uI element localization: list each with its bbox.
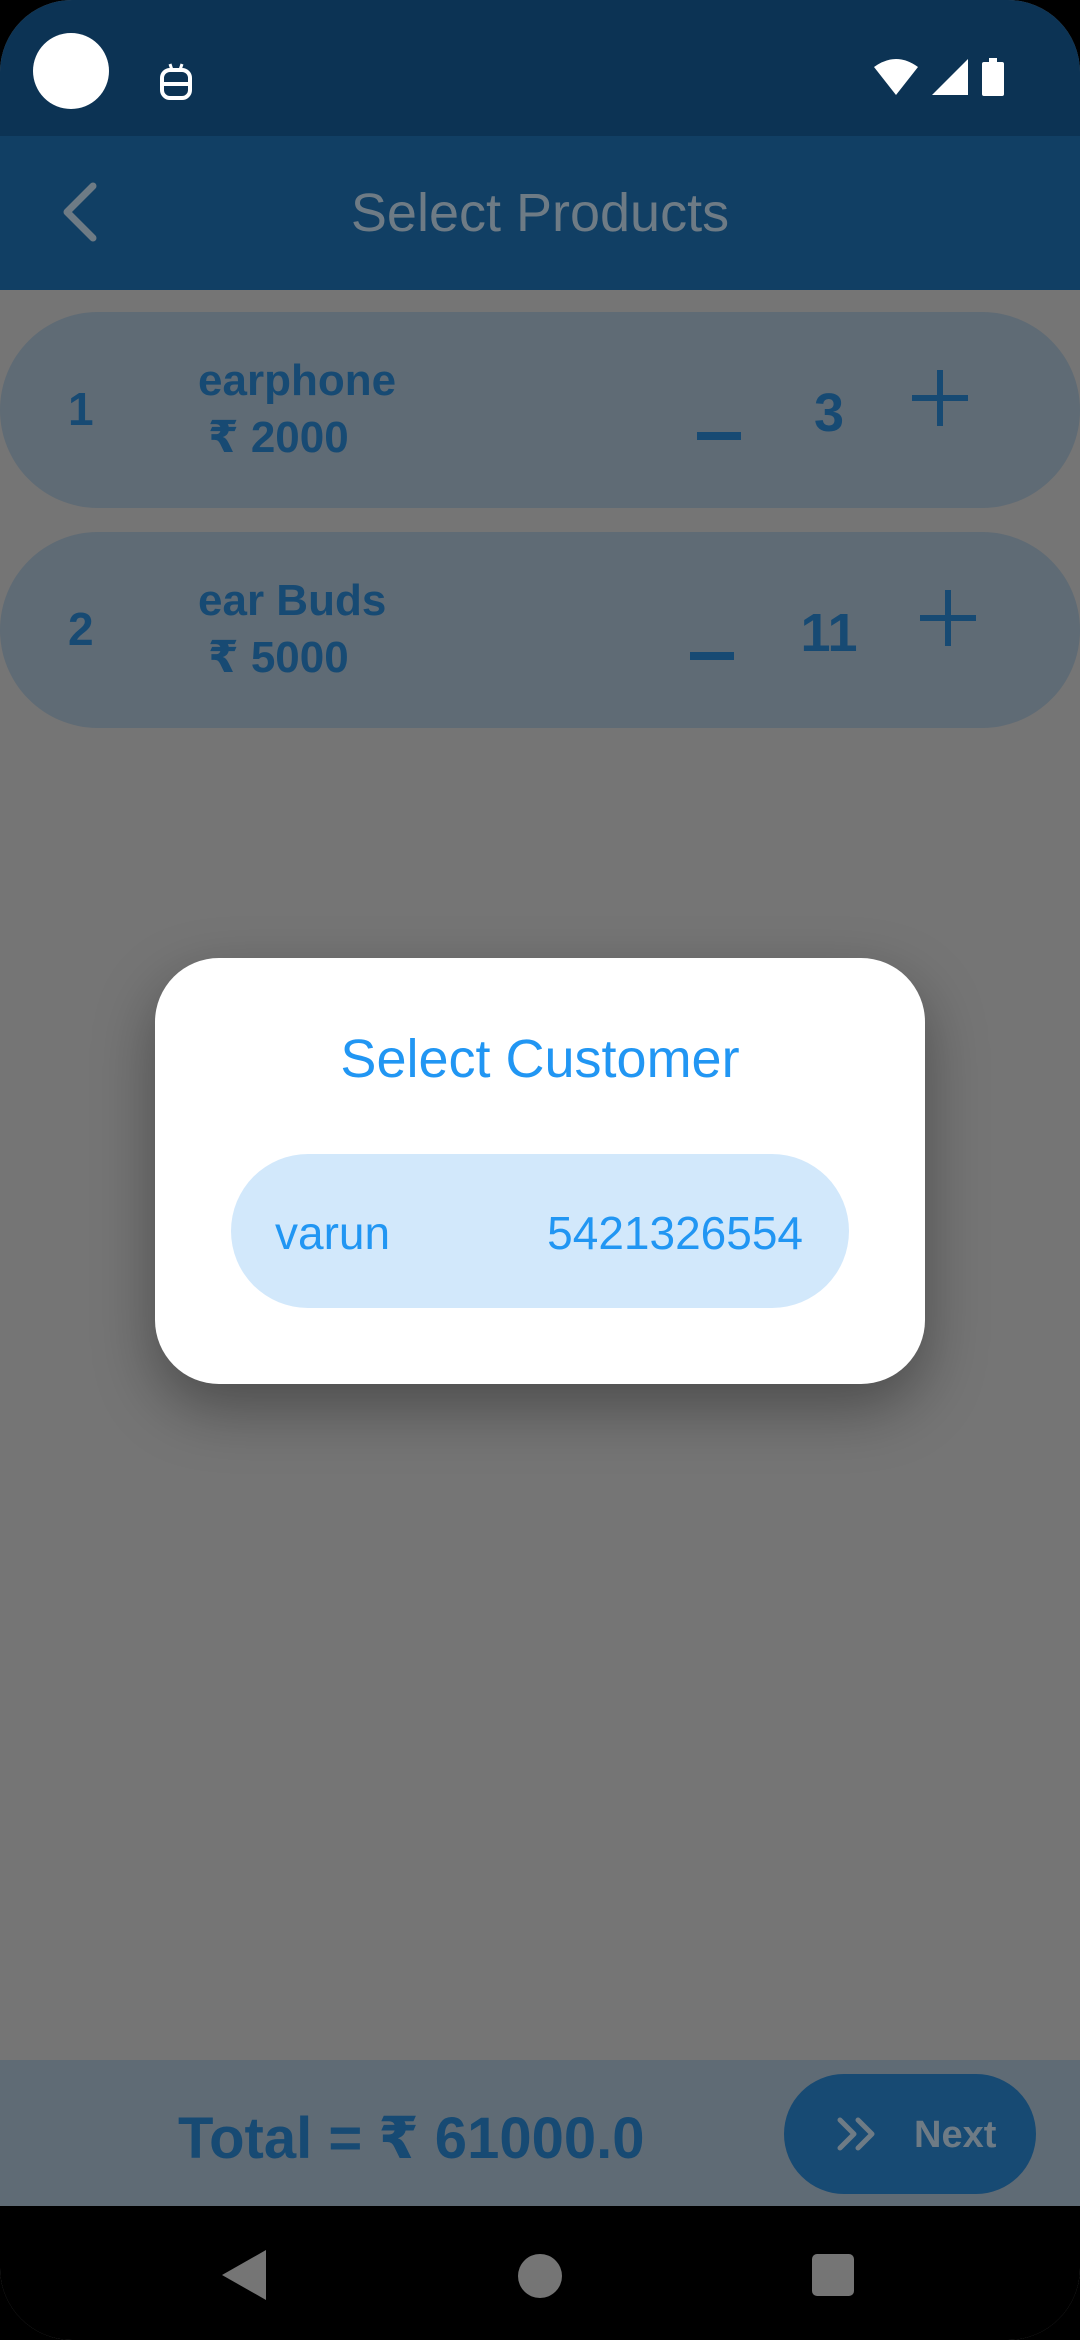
page-title: Select Products (350, 183, 730, 243)
decrease-quantity-button[interactable] (697, 432, 741, 440)
product-card[interactable]: 1 earphone ₹ 2000 3 (0, 312, 1080, 508)
nav-home-icon[interactable] (518, 2254, 562, 2298)
status-icons (874, 58, 1004, 96)
next-button-label: Next (914, 2114, 997, 2156)
product-index: 2 (68, 603, 94, 655)
app-bar: Select Products (0, 136, 1080, 290)
signal-icon (932, 59, 968, 95)
wifi-icon (874, 59, 918, 95)
customer-phone: 5421326554 (547, 1207, 803, 1259)
select-customer-dialog: Select Customer varun 5421326554 (155, 958, 925, 1384)
double-chevron-right-icon (837, 2117, 875, 2151)
product-index: 1 (68, 383, 94, 435)
product-name: earphone (198, 356, 397, 405)
status-bar: 6 (0, 0, 1080, 136)
product-quantity: 3 (813, 383, 845, 443)
increase-quantity-button[interactable] (912, 370, 968, 426)
product-price: ₹ 5000 (208, 633, 349, 682)
app-screen: 6 Select Products (0, 0, 1080, 2340)
nav-recents-icon[interactable] (812, 2254, 854, 2296)
product-card[interactable]: 2 ear Buds ₹ 5000 11 (0, 532, 1080, 728)
battery-icon (982, 58, 1004, 96)
customer-list-item[interactable]: varun 5421326554 (231, 1154, 849, 1308)
customer-name: varun (275, 1207, 391, 1259)
notification-app-icon (160, 63, 192, 100)
next-button[interactable]: Next (784, 2074, 1036, 2194)
bottom-bar: Total = ₹ 61000.0 Next (0, 2060, 1080, 2206)
total-amount: Total = ₹ 61000.0 (178, 2106, 645, 2171)
nav-back-icon[interactable] (222, 2250, 266, 2300)
product-price: ₹ 2000 (208, 413, 349, 462)
product-quantity: 11 (800, 603, 858, 663)
decrease-quantity-button[interactable] (690, 652, 734, 660)
system-navigation-bar (0, 2206, 1080, 2340)
increase-quantity-button[interactable] (920, 590, 976, 646)
dialog-title: Select Customer (340, 1029, 740, 1089)
camera-cutout (33, 33, 109, 109)
product-name: ear Buds (198, 576, 387, 625)
